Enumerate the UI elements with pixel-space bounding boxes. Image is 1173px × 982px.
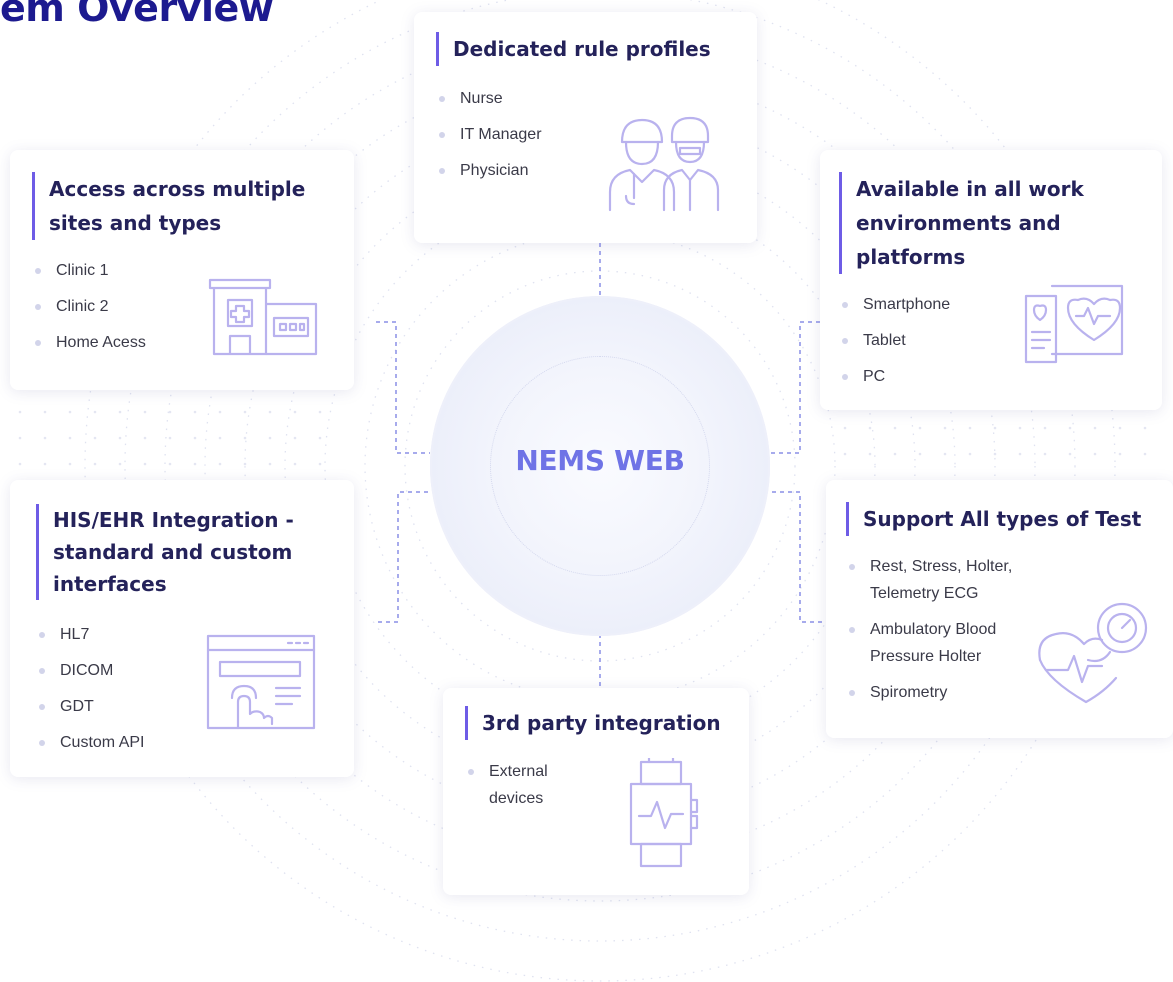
heart-gauge-icon	[1038, 602, 1148, 704]
bullet-icon	[842, 338, 848, 344]
list-item: Custom API	[36, 729, 206, 756]
smartwatch-icon	[629, 758, 699, 868]
list-item: GDT	[36, 693, 206, 720]
list-item-label: Clinic 1	[56, 262, 109, 279]
card-access: Access across multiple sites and types C…	[10, 150, 354, 390]
card-environments: Available in all work environments and p…	[820, 150, 1162, 410]
card-title: Available in all work environments and p…	[839, 172, 1146, 274]
bullet-icon	[439, 168, 445, 174]
devices-heart-icon	[1024, 284, 1124, 364]
list-item: Home Acess	[32, 329, 202, 356]
list-item: External devices	[465, 758, 575, 812]
card-third-party: 3rd party integration External devices	[443, 688, 749, 895]
card-list: External devices	[465, 758, 575, 821]
list-item-label: External devices	[489, 763, 548, 807]
bullet-icon	[849, 690, 855, 696]
list-item: Rest, Stress, Holter, Telemetry ECG	[846, 553, 1036, 607]
bullet-icon	[468, 769, 474, 775]
list-item: HL7	[36, 621, 206, 648]
card-his-ehr: HIS/EHR Integration - standard and custo…	[10, 480, 354, 777]
list-item-label: Home Acess	[56, 334, 146, 351]
bullet-icon	[439, 96, 445, 102]
bullet-icon	[849, 627, 855, 633]
list-item-label: Tablet	[863, 332, 906, 349]
bullet-icon	[842, 374, 848, 380]
medical-staff-icon	[608, 116, 720, 212]
bullet-icon	[39, 668, 45, 674]
page-title: em Overview	[0, 0, 274, 30]
list-item-label: Nurse	[460, 90, 503, 107]
list-item: Clinic 2	[32, 293, 202, 320]
bullet-icon	[35, 340, 41, 346]
list-item-label: PC	[863, 368, 886, 385]
card-title: HIS/EHR Integration - standard and custo…	[36, 504, 313, 600]
bullet-icon	[849, 564, 855, 570]
list-item-label: Physician	[460, 162, 529, 179]
list-item: PC	[839, 363, 1009, 390]
list-item-label: Clinic 2	[56, 298, 109, 315]
list-item-label: Smartphone	[863, 296, 951, 313]
bullet-icon	[39, 704, 45, 710]
card-title: Access across multiple sites and types	[32, 172, 349, 240]
list-item-label: Rest, Stress, Holter, Telemetry ECG	[870, 558, 1013, 602]
hospital-building-icon	[208, 278, 318, 356]
list-item-label: IT Manager	[460, 126, 542, 143]
card-title: Support All types of Test	[846, 502, 1173, 536]
list-item: Ambulatory Blood Pressure Holter	[846, 616, 1036, 670]
list-item-label: GDT	[60, 698, 94, 715]
list-item: Smartphone	[839, 291, 1009, 318]
list-item-label: Spirometry	[870, 684, 948, 701]
list-item-label: Ambulatory Blood Pressure Holter	[870, 621, 997, 665]
list-item: Nurse	[436, 85, 606, 112]
bullet-icon	[842, 302, 848, 308]
card-title: 3rd party integration	[465, 706, 758, 740]
list-item: Clinic 1	[32, 257, 202, 284]
center-hub: NEMS WEB	[430, 296, 770, 636]
list-item: DICOM	[36, 657, 206, 684]
touch-interface-icon	[206, 634, 316, 730]
card-tests: Support All types of Test Rest, Stress, …	[826, 480, 1173, 738]
list-item: IT Manager	[436, 121, 606, 148]
card-list: HL7 DICOM GDT Custom API	[36, 621, 206, 765]
card-list: Smartphone Tablet PC	[839, 291, 1009, 399]
list-item: Physician	[436, 157, 606, 184]
bullet-icon	[439, 132, 445, 138]
center-label: NEMS WEB	[515, 444, 685, 477]
list-item-label: Custom API	[60, 734, 145, 751]
card-list: Rest, Stress, Holter, Telemetry ECG Ambu…	[846, 553, 1036, 715]
list-item-label: DICOM	[60, 662, 114, 679]
card-list: Clinic 1 Clinic 2 Home Acess	[32, 257, 202, 365]
bullet-icon	[39, 632, 45, 638]
card-list: Nurse IT Manager Physician	[436, 85, 606, 193]
bullet-icon	[35, 268, 41, 274]
list-item-label: HL7	[60, 626, 90, 643]
list-item: Tablet	[839, 327, 1009, 354]
bullet-icon	[35, 304, 41, 310]
list-item: Spirometry	[846, 679, 1036, 706]
card-rule-profiles: Dedicated rule profiles Nurse IT Manager…	[414, 12, 757, 243]
bullet-icon	[39, 740, 45, 746]
card-title: Dedicated rule profiles	[436, 32, 753, 66]
